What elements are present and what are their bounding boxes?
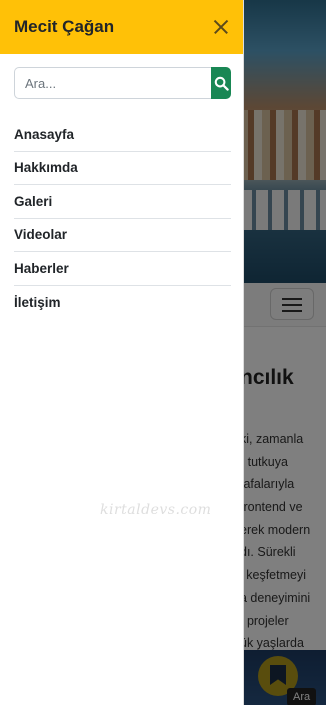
drawer-title: Mecit Çağan [14,17,115,36]
menu-link[interactable]: Videolar [14,227,67,242]
offcanvas-drawer: Mecit Çağan Anasayfa Hakkımda Galeri Vid… [0,0,244,705]
search-input[interactable] [14,67,211,99]
menu-link[interactable]: Anasayfa [14,127,74,142]
close-icon[interactable] [211,17,231,37]
watermark: kirtaldevs.com [100,502,212,518]
menu-link[interactable]: Galeri [14,194,52,209]
menu-item-haberler[interactable]: Haberler [14,252,231,286]
menu-link[interactable]: Hakkımda [14,160,78,175]
search-button[interactable] [211,67,231,99]
menu-item-galeri[interactable]: Galeri [14,185,231,219]
menu-item-hakkimda[interactable]: Hakkımda [14,152,231,185]
menu-item-videolar[interactable]: Videolar [14,219,231,252]
drawer-header: Mecit Çağan [0,0,243,54]
menu-link[interactable]: İletişim [14,295,61,310]
menu-item-anasayfa[interactable]: Anasayfa [14,118,231,152]
drawer-menu: Anasayfa Hakkımda Galeri Videolar Haberl… [14,118,231,319]
menu-link[interactable]: Haberler [14,261,69,276]
menu-item-iletisim[interactable]: İletişim [14,286,231,320]
search-form [14,67,231,99]
search-icon [214,76,229,91]
